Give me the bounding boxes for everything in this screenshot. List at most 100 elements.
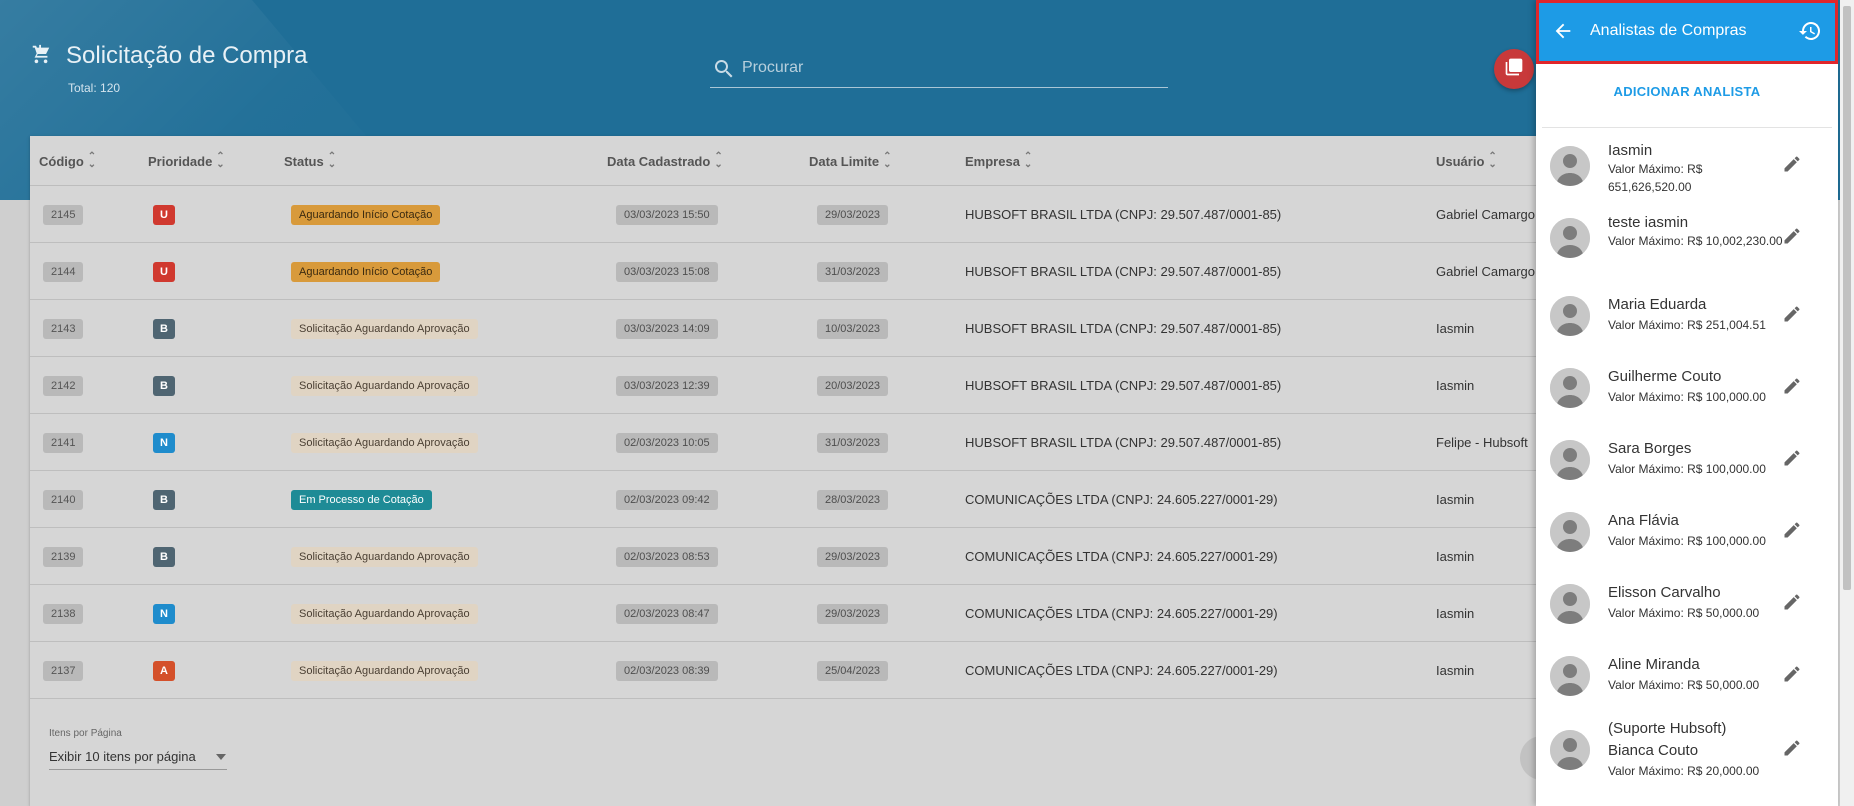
column-header-priority[interactable]: Prioridade ⌃ ⌄ xyxy=(148,152,225,170)
pencil-icon[interactable] xyxy=(1782,520,1802,545)
table-row[interactable]: 2138 N Solicitação Aguardando Aprovação 02/… xyxy=(30,585,1568,642)
export-pdf-button[interactable] xyxy=(1494,49,1534,89)
status-cell: Solicitação Aguardando Aprovação xyxy=(291,642,478,699)
items-per-page-select[interactable]: Exibir 10 itens por página xyxy=(49,744,227,770)
arrow-left-icon[interactable] xyxy=(1552,20,1574,47)
page-scrollbar[interactable] xyxy=(1840,0,1854,806)
analyst-max-value: Valor Máximo: R$ 50,000.00 xyxy=(1608,606,1760,620)
limit-date: 25/04/2023 xyxy=(817,660,889,681)
priority-badge: U xyxy=(153,204,175,225)
limit-date: 29/03/2023 xyxy=(817,546,889,567)
sort-icon: ⌃ ⌄ xyxy=(883,151,891,170)
created-cell: 03/03/2023 14:09 xyxy=(616,300,718,357)
pencil-icon[interactable] xyxy=(1782,304,1802,329)
priority-badge: N xyxy=(153,432,175,453)
analyst-list-item: teste iasmin Valor Máximo: R$ 10,002,230.… xyxy=(1536,212,1838,284)
pencil-icon[interactable] xyxy=(1782,154,1802,179)
status-cell: Aguardando Início Cotação xyxy=(291,186,441,243)
status-badge: Solicitação Aguardando Aprovação xyxy=(291,660,478,681)
pencil-icon[interactable] xyxy=(1782,448,1802,473)
analyst-max-value: Valor Máximo: R$ 100,000.00 xyxy=(1608,534,1766,548)
request-code: 2145 xyxy=(43,204,84,225)
table-row[interactable]: 2141 N Solicitação Aguardando Aprovação 02/… xyxy=(30,414,1568,471)
created-date: 03/03/2023 15:50 xyxy=(616,204,718,225)
pdf-icon xyxy=(1504,57,1524,82)
column-header-code[interactable]: Código ⌃ ⌄ xyxy=(39,152,96,170)
search-input[interactable] xyxy=(742,54,1162,82)
status-badge: Em Processo de Cotação xyxy=(291,489,432,510)
status-badge: Solicitação Aguardando Aprovação xyxy=(291,603,478,624)
company-cell: COMUNICAÇÕES LTDA (CNPJ: 24.605.227/0001… xyxy=(965,549,1278,564)
created-date: 02/03/2023 10:05 xyxy=(616,432,718,453)
items-per-page-label: Itens por Página xyxy=(49,728,122,739)
limit-cell: 25/04/2023 xyxy=(817,642,889,699)
pencil-icon[interactable] xyxy=(1782,226,1802,251)
limit-date: 20/03/2023 xyxy=(817,375,889,396)
status-badge: Solicitação Aguardando Aprovação xyxy=(291,375,478,396)
user-cell: Iasmin xyxy=(1436,606,1475,621)
request-code: 2137 xyxy=(43,660,84,681)
created-cell: 02/03/2023 09:42 xyxy=(616,471,718,528)
limit-cell: 29/03/2023 xyxy=(817,186,889,243)
company-cell: HUBSOFT BRASIL LTDA (CNPJ: 29.507.487/00… xyxy=(965,321,1282,336)
status-cell: Solicitação Aguardando Aprovação xyxy=(291,357,478,414)
company-cell: COMUNICAÇÕES LTDA (CNPJ: 24.605.227/0001… xyxy=(965,492,1278,507)
limit-date: 31/03/2023 xyxy=(817,432,889,453)
user-cell: Iasmin xyxy=(1436,378,1475,393)
person-avatar-icon xyxy=(1550,218,1590,258)
column-header-created[interactable]: Data Cadastrado ⌃ ⌄ xyxy=(607,152,723,170)
created-date: 02/03/2023 08:53 xyxy=(616,546,718,567)
status-badge: Solicitação Aguardando Aprovação xyxy=(291,546,478,567)
limit-cell: 28/03/2023 xyxy=(817,471,889,528)
table-row[interactable]: 2137 A Solicitação Aguardando Aprovação 02/… xyxy=(30,642,1568,699)
pencil-icon[interactable] xyxy=(1782,376,1802,401)
status-cell: Solicitação Aguardando Aprovação xyxy=(291,528,478,585)
status-cell: Solicitação Aguardando Aprovação xyxy=(291,300,478,357)
history-icon[interactable] xyxy=(1798,19,1822,48)
table-row[interactable]: 2145 U Aguardando Início Cotação 03/03/2023… xyxy=(30,186,1568,243)
company-cell: HUBSOFT BRASIL LTDA (CNPJ: 29.507.487/00… xyxy=(965,264,1282,279)
table-row[interactable]: 2139 B Solicitação Aguardando Aprovação 02/… xyxy=(30,528,1568,585)
analyst-name: teste iasmin xyxy=(1608,214,1689,231)
analyst-name: Sara Borges xyxy=(1608,440,1692,457)
pencil-icon[interactable] xyxy=(1782,664,1802,689)
user-cell: Iasmin xyxy=(1436,492,1475,507)
created-cell: 02/03/2023 08:47 xyxy=(616,585,718,642)
limit-date: 28/03/2023 xyxy=(817,489,889,510)
status-badge: Aguardando Início Cotação xyxy=(291,261,441,282)
pencil-icon[interactable] xyxy=(1782,738,1802,763)
code-cell: 2139 xyxy=(43,528,84,585)
company-cell: HUBSOFT BRASIL LTDA (CNPJ: 29.507.487/00… xyxy=(965,207,1282,222)
table-row[interactable]: 2144 U Aguardando Início Cotação 03/03/2023… xyxy=(30,243,1568,300)
created-cell: 03/03/2023 15:08 xyxy=(616,243,718,300)
scrollbar-thumb[interactable] xyxy=(1843,6,1851,590)
person-avatar-icon xyxy=(1550,146,1590,186)
column-header-limit[interactable]: Data Limite ⌃ ⌄ xyxy=(809,151,892,170)
analyst-max-value: Valor Máximo: R$ 651,626,520.00 xyxy=(1608,162,1703,194)
column-header-status[interactable]: Status ⌃ ⌄ xyxy=(284,152,336,170)
status-cell: Solicitação Aguardando Aprovação xyxy=(291,414,478,471)
add-analyst-button[interactable]: ADICIONAR ANALISTA xyxy=(1536,84,1838,99)
column-header-company[interactable]: Empresa ⌃ ⌄ xyxy=(965,152,1032,170)
analyst-max-value: Valor Máximo: R$ 100,000.00 xyxy=(1608,390,1766,404)
table-row[interactable]: 2140 B Em Processo de Cotação 02/03/2023 09… xyxy=(30,471,1568,528)
column-header-user[interactable]: Usuário ⌃ ⌄ xyxy=(1436,152,1497,170)
priority-badge: N xyxy=(153,603,175,624)
analyst-name: (Suporte Hubsoft) Bianca Couto xyxy=(1608,720,1727,759)
created-date: 03/03/2023 15:08 xyxy=(616,261,718,282)
code-cell: 2142 xyxy=(43,357,84,414)
analysts-drawer: Analistas de Compras ADICIONAR ANALISTA … xyxy=(1536,0,1838,806)
limit-date: 31/03/2023 xyxy=(817,261,889,282)
divider xyxy=(1542,127,1832,128)
status-cell: Em Processo de Cotação xyxy=(291,471,432,528)
code-cell: 2145 xyxy=(43,186,84,243)
pencil-icon[interactable] xyxy=(1782,592,1802,617)
drawer-header: Analistas de Compras xyxy=(1536,0,1838,64)
page-total: Total: 120 xyxy=(68,81,121,95)
limit-cell: 29/03/2023 xyxy=(817,585,889,642)
table-row[interactable]: 2143 B Solicitação Aguardando Aprovação 03/… xyxy=(30,300,1568,357)
table-row[interactable]: 2142 B Solicitação Aguardando Aprovação 03/… xyxy=(30,357,1568,414)
status-badge: Solicitação Aguardando Aprovação xyxy=(291,432,478,453)
person-avatar-icon xyxy=(1550,296,1590,336)
created-date: 02/03/2023 09:42 xyxy=(616,489,718,510)
